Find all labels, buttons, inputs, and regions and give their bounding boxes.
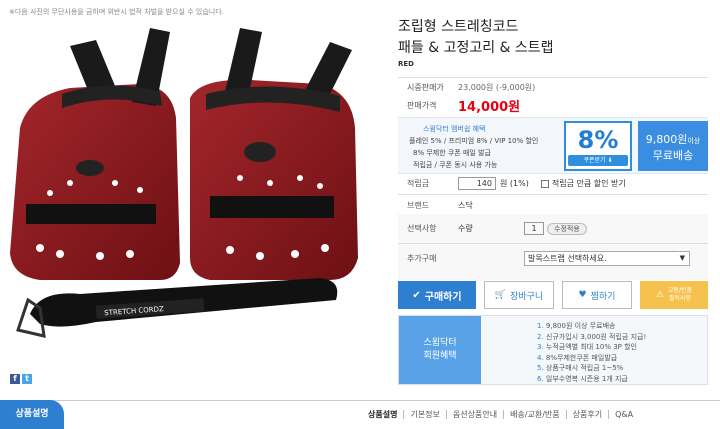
product-image[interactable]: STRETCH CORDZ xyxy=(0,18,380,373)
tab-options[interactable]: 옵션상품안내 xyxy=(445,410,503,419)
brand-row: 브랜드 스닥 xyxy=(398,200,473,211)
free-shipping-amount: 9,800원 xyxy=(645,133,688,146)
quantity-input[interactable]: 1 xyxy=(524,222,544,235)
list-item: 4. 8%무제한쿠폰 매일발급 xyxy=(537,353,618,362)
options-label: 선택사항 xyxy=(407,224,437,233)
tab-shipping[interactable]: 배송/교환/반품 xyxy=(503,410,566,419)
right-paddle xyxy=(190,28,358,281)
free-shipping-badge: 9,800원이상 무료배송 xyxy=(638,121,708,171)
member-benefits: 스윔닥터 회원혜택 1. 9,800원 이상 무료배송 2. 신규가입시 3,0… xyxy=(398,315,708,385)
tab-product-description-header[interactable]: 상품설명 xyxy=(0,400,64,429)
points-discount-label[interactable]: 적립금 만큼 할인 받기 xyxy=(552,178,626,189)
exchange-label-1: 교환/반품 xyxy=(667,287,693,294)
wishlist-button[interactable]: ♥ 찜하기 xyxy=(562,281,632,309)
brand-label: 브랜드 xyxy=(407,201,430,210)
benefit-lines: 스윔닥터 멤버쉽 혜택 플레인 5% / 프리미엄 8% / VIP 10% 할… xyxy=(409,123,538,171)
points-unit: 원 (1%) xyxy=(500,179,529,188)
extra-purchase-selected: 발목스트랩 선택하세요. xyxy=(528,254,607,263)
points-label: 적립금 xyxy=(407,179,430,188)
benefit-line: 플레인 5% / 프리미엄 8% / VIP 10% 할인 xyxy=(409,137,539,145)
coupon-download-button[interactable]: 쿠폰받기 ⬇ xyxy=(568,155,628,166)
extra-purchase-row: 추가구매 발목스트랩 선택하세요. ▼ xyxy=(398,251,690,266)
left-paddle xyxy=(10,28,180,280)
list-item: 6. 일부수영복 시즌용 1개 지급 xyxy=(537,374,628,383)
sale-price-row: 판매가격 14,000원 xyxy=(398,96,520,115)
cart-icon: 🛒 xyxy=(494,290,507,300)
points-row: 적립금 140 원 (1%) 적립금 만큼 할인 받기 xyxy=(398,177,626,190)
sale-price-value: 14,000원 xyxy=(458,100,521,115)
tab-reviews[interactable]: 상품후기 xyxy=(565,410,608,419)
color-tag: RED xyxy=(398,60,414,68)
cart-button[interactable]: 🛒 장바구니 xyxy=(484,281,554,309)
list-item: 3. 누적금액별 최대 10% 3P 할인 xyxy=(537,343,637,352)
market-price-label: 시중판매가 xyxy=(407,83,444,92)
tab-basic-info[interactable]: 기본정보 xyxy=(403,410,445,419)
chevron-down-icon: ▼ xyxy=(679,254,685,262)
list-item: 2. 신규가입시 3,000원 적립금 지급! xyxy=(537,332,647,341)
quantity-label: 수량 xyxy=(458,224,473,233)
twitter-icon[interactable]: t xyxy=(22,374,32,384)
coupon-percent: 8% xyxy=(577,126,619,154)
free-shipping-suffix: 이상 xyxy=(687,137,701,145)
brand-value: 스닥 xyxy=(458,201,473,210)
divider xyxy=(398,194,708,195)
list-item: 1. 9,800원 이상 무료배송 xyxy=(537,322,616,330)
exchange-notice-button[interactable]: ⚠ 교환/반품 필독사항 xyxy=(640,281,708,309)
benefit-heading: 스윔닥터 멤버쉽 혜택 xyxy=(423,125,486,133)
sale-price-label: 판매가격 xyxy=(407,101,437,110)
points-value-field: 140 xyxy=(458,177,496,190)
wishlist-button-label: 찜하기 xyxy=(590,291,616,302)
product-title: 조립형 스트레칭코드 패들 & 고정고리 & 스트랩 xyxy=(398,17,554,59)
benefit-line: 적립금 / 쿠폰 동시 사용 가능 xyxy=(413,161,498,169)
extra-purchase-label: 추가구매 xyxy=(407,254,437,263)
coupon-badge[interactable]: 8% 쿠폰받기 ⬇ xyxy=(564,121,632,171)
points-discount-checkbox[interactable] xyxy=(540,179,549,188)
tab-qna[interactable]: Q&A xyxy=(608,410,639,419)
market-price-value: 23,000원 (-9,000원) xyxy=(458,83,536,92)
divider xyxy=(398,243,708,244)
apply-quantity-button[interactable]: 수정적용 xyxy=(547,222,587,235)
warning-icon: ⚠ xyxy=(655,290,664,300)
copyright-notice: ※다음 사진의 무단사용을 금하며 위반시 법적 처벌을 받으실 수 있습니다. xyxy=(9,8,224,16)
check-icon: ✔ xyxy=(412,289,421,301)
facebook-icon[interactable]: f xyxy=(10,374,20,384)
social-share: f t xyxy=(10,374,32,384)
buy-button[interactable]: ✔ 구매하기 xyxy=(398,281,476,309)
free-shipping-label: 무료배송 xyxy=(652,149,694,162)
title-line-2: 패들 & 고정고리 & 스트랩 xyxy=(398,40,554,56)
divider xyxy=(398,77,708,78)
market-price-row: 시중판매가 23,000원 (-9,000원) xyxy=(398,82,535,93)
benefit-line: 8% 무제한 쿠폰 매일 발급 xyxy=(413,149,491,157)
heart-icon: ♥ xyxy=(578,290,587,300)
quantity-row: 선택사항 수량 1 수정적용 xyxy=(398,222,587,235)
product-gallery: ※다음 사진의 무단사용을 금하며 위반시 법적 처벌을 받으실 수 있습니다. xyxy=(0,0,380,400)
detail-tabs: 상품설명 기본정보 옵션상품안내 배송/교환/반품 상품후기 Q&A xyxy=(362,410,639,419)
title-line-1: 조립형 스트레칭코드 xyxy=(398,19,519,35)
member-benefit-list: 1. 9,800원 이상 무료배송 2. 신규가입시 3,000원 적립금 지급… xyxy=(537,321,646,385)
cart-button-label: 장바구니 xyxy=(510,291,544,302)
tab-description[interactable]: 상품설명 xyxy=(362,410,403,419)
member-title-1: 스윔닥터 xyxy=(423,338,457,348)
buy-button-label: 구매하기 xyxy=(424,291,462,303)
list-item: 5. 상품구매시 적립금 1~5% xyxy=(537,364,624,373)
member-benefits-title: 스윔닥터 회원혜택 xyxy=(399,316,481,384)
member-title-2: 회원혜택 xyxy=(423,351,457,361)
exchange-label-2: 필독사항 xyxy=(668,295,692,302)
membership-benefit-box: 스윔닥터 멤버쉽 혜택 플레인 5% / 프리미엄 8% / VIP 10% 할… xyxy=(398,117,708,174)
extra-purchase-select[interactable]: 발목스트랩 선택하세요. ▼ xyxy=(524,251,690,266)
ankle-strap: STRETCH CORDZ xyxy=(16,278,338,338)
